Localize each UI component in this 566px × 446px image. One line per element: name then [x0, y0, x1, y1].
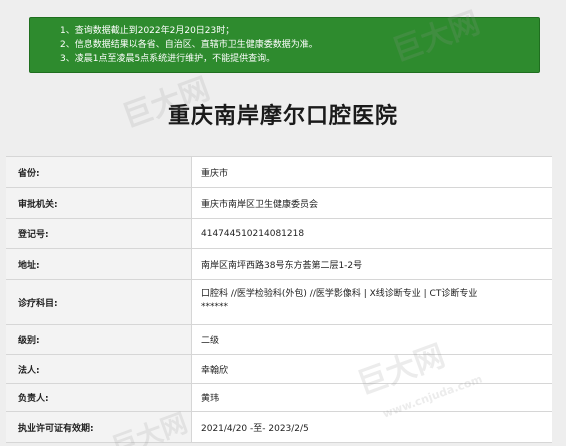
- info-value: 口腔科 //医学检验科(外包) //医学影像科 | X线诊断专业 | CT诊断专…: [192, 280, 552, 324]
- info-label: 审批机关:: [6, 188, 192, 218]
- info-row-registration-number: 登记号: 414744510214081218: [6, 219, 552, 249]
- hospital-name-title: 重庆南岸摩尔口腔医院: [167, 104, 398, 129]
- info-label: 法人:: [6, 355, 192, 383]
- info-label: 地址:: [6, 249, 192, 279]
- info-row-level: 级别: 二级: [6, 325, 552, 355]
- info-label: 级别:: [6, 325, 192, 354]
- page: 1、查询数据截止到2022年2月20日23时； 2、信息数据结果以各省、自治区、…: [0, 0, 566, 446]
- departments-line-1: 口腔科 //医学检验科(外包) //医学影像科 | X线诊断专业 | CT诊断专…: [201, 289, 478, 299]
- info-label: 登记号:: [6, 219, 192, 248]
- info-label: 诊疗科目:: [6, 280, 192, 324]
- departments-line-2: ******: [201, 302, 228, 312]
- info-value: 414744510214081218: [192, 219, 552, 248]
- info-value: 重庆市: [192, 157, 552, 187]
- info-row-province: 省份: 重庆市: [6, 157, 552, 188]
- info-row-license-validity: 执业许可证有效期: 2021/4/20 -至- 2023/2/5: [6, 412, 552, 443]
- info-row-departments: 诊疗科目: 口腔科 //医学检验科(外包) //医学影像科 | X线诊断专业 |…: [6, 280, 552, 325]
- info-table: 省份: 重庆市 审批机关: 重庆市南岸区卫生健康委员会 登记号: 4147445…: [6, 156, 552, 443]
- info-row-legal-person: 法人: 幸翰欣: [6, 355, 552, 384]
- info-value: 重庆市南岸区卫生健康委员会: [192, 188, 552, 218]
- info-label: 执业许可证有效期:: [6, 412, 192, 442]
- notice-line-3: 3、凌晨1点至凌晨5点系统进行维护，不能提供查询。: [60, 54, 276, 64]
- notice-line-1: 1、查询数据截止到2022年2月20日23时；: [60, 26, 235, 36]
- info-label: 负责人:: [6, 384, 192, 411]
- notice-line-2: 2、信息数据结果以各省、自治区、直辖市卫生健康委数据为准。: [60, 40, 318, 50]
- info-row-person-in-charge: 负责人: 黄玮: [6, 384, 552, 412]
- info-value: 2021/4/20 -至- 2023/2/5: [192, 412, 552, 442]
- notice-banner: 1、查询数据截止到2022年2月20日23时； 2、信息数据结果以各省、自治区、…: [29, 17, 540, 73]
- info-label: 省份:: [6, 157, 192, 187]
- info-value: 南岸区南坪西路38号东方荟第二层1-2号: [192, 249, 552, 279]
- info-value: 黄玮: [192, 384, 552, 411]
- info-row-approval-authority: 审批机关: 重庆市南岸区卫生健康委员会: [6, 188, 552, 219]
- info-value: 幸翰欣: [192, 355, 552, 383]
- info-value: 二级: [192, 325, 552, 354]
- info-row-address: 地址: 南岸区南坪西路38号东方荟第二层1-2号: [6, 249, 552, 280]
